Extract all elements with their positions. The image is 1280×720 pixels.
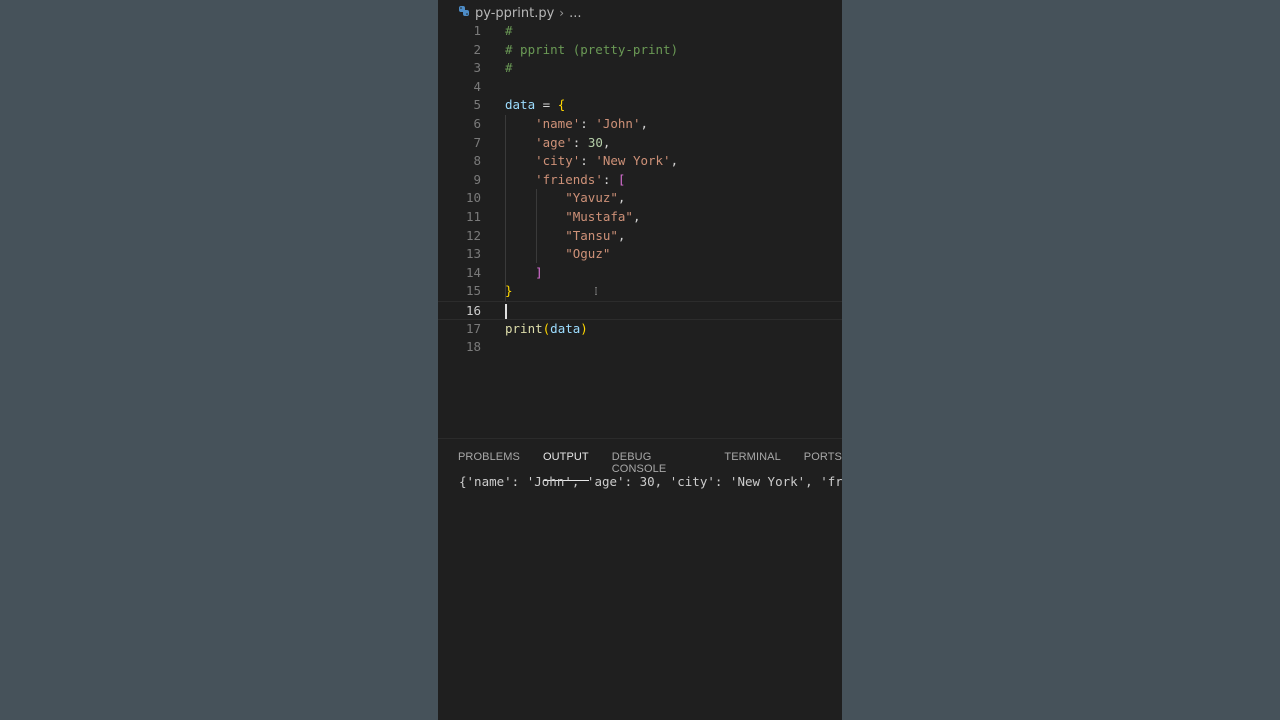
code-text: "Oguz" — [565, 246, 611, 262]
line-number: 10 — [465, 190, 481, 206]
bottom-panel: PROBLEMS OUTPUT DEBUG CONSOLE TERMINAL P… — [438, 438, 842, 720]
line-number: 13 — [465, 246, 481, 262]
line-number: 17 — [465, 320, 481, 336]
code-text: 'city': 'New York', — [535, 153, 679, 169]
code-line-8[interactable]: 8 'city': 'New York', — [438, 152, 842, 171]
code-text: "Mustafa", — [565, 209, 641, 224]
code-text: 'age': 30, — [535, 134, 611, 150]
code-text: 'friends': [ — [535, 171, 626, 187]
breadcrumb: py-pprint.py › ... — [458, 5, 582, 21]
code-editor[interactable]: 1 # 2 # pprint (pretty-print) 3 # 4 5 da… — [438, 22, 842, 362]
text-cursor — [505, 304, 507, 319]
code-line-6[interactable]: 6 'name': 'John', — [438, 115, 842, 134]
code-line-14[interactable]: 14 ] — [438, 264, 842, 283]
code-text: # pprint (pretty-print) — [505, 41, 679, 57]
code-line-16[interactable]: 16 — [438, 301, 842, 320]
code-line-3[interactable]: 3 # — [438, 59, 842, 78]
code-line-9[interactable]: 9 'friends': [ — [438, 171, 842, 190]
line-number: 1 — [473, 23, 481, 38]
code-line-5[interactable]: 5 data = { — [438, 96, 842, 115]
code-line-7[interactable]: 7 'age': 30, — [438, 134, 842, 153]
code-text: 'name': 'John', — [535, 116, 649, 131]
code-text: ] — [535, 264, 543, 280]
line-number: 4 — [473, 78, 481, 94]
code-text: data = { — [505, 97, 566, 113]
chevron-right-icon: › — [559, 6, 565, 20]
code-line-18[interactable]: 18 — [438, 338, 842, 357]
line-number: 16 — [465, 303, 481, 318]
output-text: {'name': 'John', 'age': 30, 'city': 'New… — [459, 474, 842, 489]
code-text: # — [505, 23, 513, 38]
line-number: 15 — [465, 283, 481, 299]
line-number: 3 — [473, 60, 481, 76]
line-number: 2 — [473, 41, 481, 57]
code-line-12[interactable]: 12 "Tansu", — [438, 227, 842, 246]
code-text: "Yavuz", — [565, 190, 626, 206]
code-text: } — [505, 283, 513, 299]
line-number: 14 — [465, 264, 481, 280]
code-line-2[interactable]: 2 # pprint (pretty-print) — [438, 41, 842, 60]
line-number: 9 — [473, 171, 481, 187]
code-line-15[interactable]: 15 } — [438, 282, 842, 301]
code-text: print(data) — [505, 320, 588, 336]
line-number: 11 — [465, 209, 481, 224]
code-line-10[interactable]: 10 "Yavuz", — [438, 189, 842, 208]
line-number: 18 — [465, 339, 481, 355]
code-line-17[interactable]: 17 print(data) — [438, 320, 842, 339]
code-line-4[interactable]: 4 — [438, 78, 842, 97]
mouse-ibeam-icon — [595, 287, 597, 295]
line-number: 8 — [473, 153, 481, 169]
code-line-11[interactable]: 11 "Mustafa", — [438, 208, 842, 227]
line-number: 12 — [465, 227, 481, 243]
line-number: 5 — [473, 97, 481, 113]
line-number: 7 — [473, 134, 481, 150]
line-number: 6 — [473, 116, 481, 131]
python-file-icon — [458, 5, 470, 21]
code-line-1[interactable]: 1 # — [438, 22, 842, 41]
editor-window: py-pprint.py › ... 1 # 2 # pprint (prett… — [438, 0, 842, 720]
code-text: "Tansu", — [565, 227, 626, 243]
code-text: # — [505, 60, 513, 76]
breadcrumb-more[interactable]: ... — [569, 6, 581, 21]
breadcrumb-file-name[interactable]: py-pprint.py — [475, 6, 554, 21]
code-line-13[interactable]: 13 "Oguz" — [438, 245, 842, 264]
